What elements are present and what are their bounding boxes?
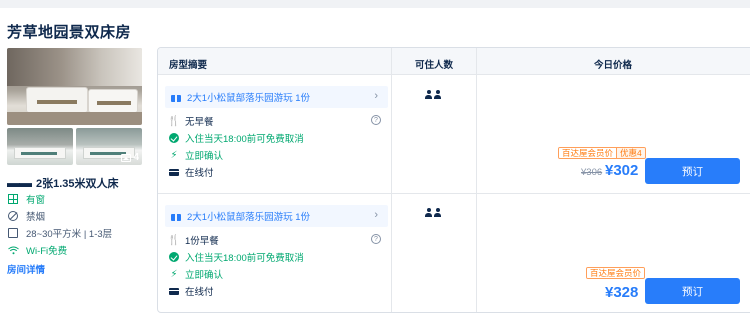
discount-label: 优惠4 <box>616 148 645 158</box>
current-price: ¥302 <box>605 162 639 179</box>
confirm-info: ⚡ 立即确认 <box>169 267 224 282</box>
package-link-row1[interactable]: 2大1小松鼠部落乐园游玩 1份 › <box>165 86 388 108</box>
area-icon <box>8 228 18 238</box>
no-breakfast-icon: 🍴 <box>167 115 181 127</box>
row-divider <box>158 193 750 194</box>
check-icon <box>169 133 179 143</box>
current-price: ¥328 <box>605 284 639 301</box>
member-price-tag: 百达屋会员价 <box>586 267 646 279</box>
cancel-label: 入住当天18:00前可免费取消 <box>185 253 304 264</box>
help-icon[interactable]: ? <box>371 115 381 125</box>
top-bar <box>0 0 750 8</box>
bed-icon: ▬▬ <box>7 175 32 190</box>
member-price-tag: 百达屋会员价 优惠4 <box>558 147 646 159</box>
confirm-label: 立即确认 <box>185 270 224 281</box>
payment-label: 在线付 <box>185 287 214 298</box>
attr-area: 28~30平方米 | 1-3层 <box>7 226 112 240</box>
gift-icon <box>171 92 181 102</box>
header-price: 今日价格 <box>594 60 633 71</box>
attr-window-label: 有窗 <box>26 195 46 206</box>
image-icon <box>121 153 132 162</box>
credit-card-icon <box>169 287 179 295</box>
column-divider <box>391 48 392 312</box>
chevron-right-icon: › <box>374 90 378 102</box>
attr-wifi: Wi-Fi免费 <box>7 243 67 257</box>
chevron-right-icon: › <box>374 209 378 221</box>
book-button-row2[interactable]: 预订 <box>645 278 740 304</box>
wifi-icon <box>7 244 19 256</box>
rate-plan-table: 房型摘要 可住人数 今日价格 2大1小松鼠部落乐园游玩 1份 › 🍴 无早餐 ?… <box>157 47 750 313</box>
attr-area-label: 28~30平方米 | 1-3层 <box>26 229 113 240</box>
payment-info: 在线付 <box>169 165 214 179</box>
room-photo-thumb-1[interactable] <box>7 128 73 165</box>
attr-wifi-label: Wi-Fi免费 <box>26 246 68 257</box>
person-icon <box>425 90 432 99</box>
column-divider <box>476 48 477 312</box>
gift-icon <box>171 211 181 221</box>
photo-count-badge: 4 <box>121 152 139 163</box>
occupancy-two-adults-icon <box>425 90 441 99</box>
person-icon <box>425 208 432 217</box>
photo-count: 4 <box>133 152 139 163</box>
breakfast-label: 无早餐 <box>185 117 214 128</box>
confirm-label: 立即确认 <box>185 151 224 162</box>
attr-smoking: 禁烟 <box>7 209 45 223</box>
package-link-row2[interactable]: 2大1小松鼠部落乐园游玩 1份 › <box>165 205 388 227</box>
credit-card-icon <box>169 168 179 176</box>
member-label: 百达屋会员价 <box>559 148 617 158</box>
room-title: 芳草地园景双床房 <box>7 24 132 41</box>
window-icon <box>8 194 18 204</box>
package-label: 2大1小松鼠部落乐园游玩 1份 <box>187 93 310 104</box>
cancel-policy: 入住当天18:00前可免费取消 <box>169 250 304 264</box>
breakfast-icon: 🍴 <box>167 234 181 246</box>
no-smoking-icon <box>8 211 18 221</box>
header-plan: 房型摘要 <box>169 60 208 71</box>
header-occupancy: 可住人数 <box>415 60 454 71</box>
package-label: 2大1小松鼠部落乐园游玩 1份 <box>187 212 310 223</box>
attr-window: 有窗 <box>7 192 45 206</box>
bed-info: ▬▬ 2张1.35米双人床 <box>7 175 119 191</box>
check-icon <box>169 252 179 262</box>
room-detail-link[interactable]: 房间详情 <box>7 262 45 276</box>
person-icon <box>434 208 441 217</box>
room-photo-thumb-2[interactable]: 4 <box>76 128 142 165</box>
breakfast-label: 1份早餐 <box>185 236 219 247</box>
payment-label: 在线付 <box>185 168 214 179</box>
member-label: 百达屋会员价 <box>587 268 645 278</box>
book-button-row1[interactable]: 预订 <box>645 158 740 184</box>
cancel-label: 入住当天18:00前可免费取消 <box>185 134 304 145</box>
attr-smoking-label: 禁烟 <box>26 212 46 223</box>
lightning-icon: ⚡ <box>170 268 178 280</box>
lightning-icon: ⚡ <box>170 149 178 161</box>
breakfast-info: 🍴 1份早餐 <box>167 233 219 248</box>
original-price: ¥306 <box>581 167 603 178</box>
cancel-policy: 入住当天18:00前可免费取消 <box>169 131 304 145</box>
room-main-photo[interactable] <box>7 48 142 125</box>
payment-info: 在线付 <box>169 284 214 298</box>
confirm-info: ⚡ 立即确认 <box>169 148 224 163</box>
help-icon[interactable]: ? <box>371 234 381 244</box>
breakfast-info: 🍴 无早餐 <box>167 114 214 129</box>
person-icon <box>434 90 441 99</box>
bed-type: 2张1.35米双人床 <box>36 178 119 190</box>
table-header: 房型摘要 可住人数 今日价格 <box>158 48 750 75</box>
occupancy-two-adults-icon <box>425 208 441 217</box>
